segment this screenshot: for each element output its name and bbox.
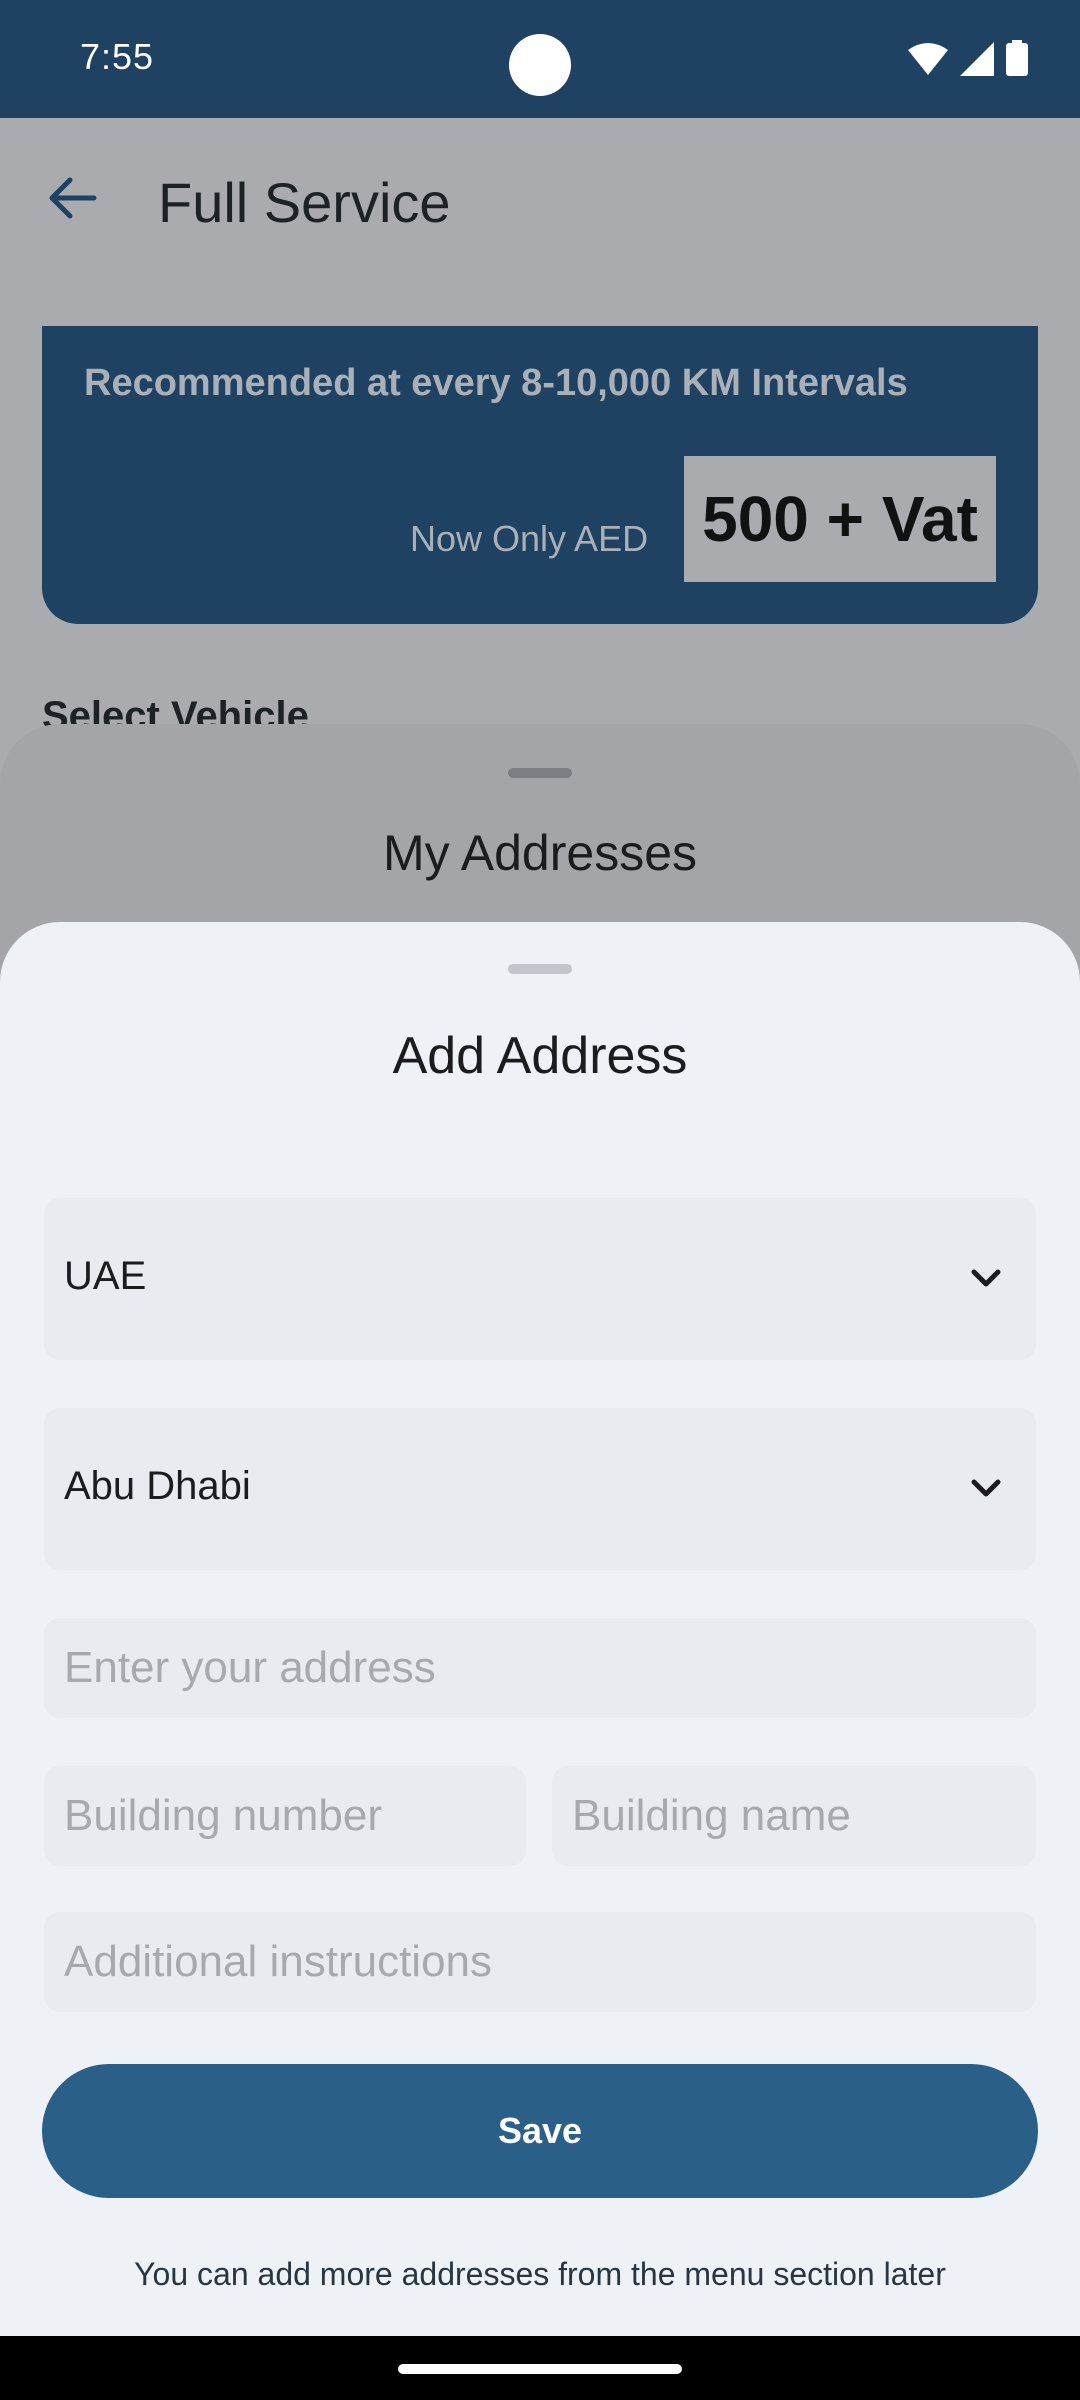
signal-icon [960, 42, 994, 76]
battery-icon [1006, 40, 1028, 76]
promo-price-label: Now Only AED [410, 518, 649, 559]
chevron-down-icon [971, 1479, 1001, 1497]
promo-heading: Recommended at every 8-10,000 KM Interva… [84, 362, 908, 404]
save-button[interactable]: Save [42, 2064, 1038, 2198]
app-bar: Full Service [0, 118, 1080, 288]
sheet-drag-handle[interactable] [508, 964, 572, 974]
add-address-title: Add Address [392, 1027, 688, 1085]
camera-cutout [509, 34, 571, 96]
promo-card: Recommended at every 8-10,000 KM Interva… [42, 326, 1038, 624]
sheet-drag-handle[interactable] [508, 768, 572, 778]
city-value: Abu Dhabi [64, 1464, 251, 1508]
instructions-input[interactable] [44, 1912, 1036, 2012]
chevron-down-icon [971, 1269, 1001, 1287]
country-dropdown[interactable]: UAE [44, 1198, 1036, 1360]
add-address-sheet: Add Address UAE Abu Dhabi Save You can a… [0, 922, 1080, 2336]
navigation-bar [0, 2336, 1080, 2400]
building-number-input[interactable] [44, 1766, 526, 1866]
home-gesture-handle[interactable] [398, 2364, 682, 2374]
building-name-input[interactable] [552, 1766, 1036, 1866]
wifi-icon [908, 43, 948, 75]
arrow-left-icon[interactable] [44, 170, 100, 226]
city-dropdown[interactable]: Abu Dhabi [44, 1408, 1036, 1570]
my-addresses-title: My Addresses [382, 825, 697, 881]
status-icons [908, 40, 1028, 76]
country-value: UAE [64, 1254, 147, 1298]
promo-price: 500 + Vat [684, 456, 996, 582]
status-time: 7:55 [80, 36, 155, 77]
status-bar: 7:55 [0, 0, 1080, 118]
address-input[interactable] [44, 1618, 1036, 1718]
page-title: Full Service [158, 171, 451, 234]
footer-note: You can add more addresses from the menu… [134, 2256, 946, 2292]
